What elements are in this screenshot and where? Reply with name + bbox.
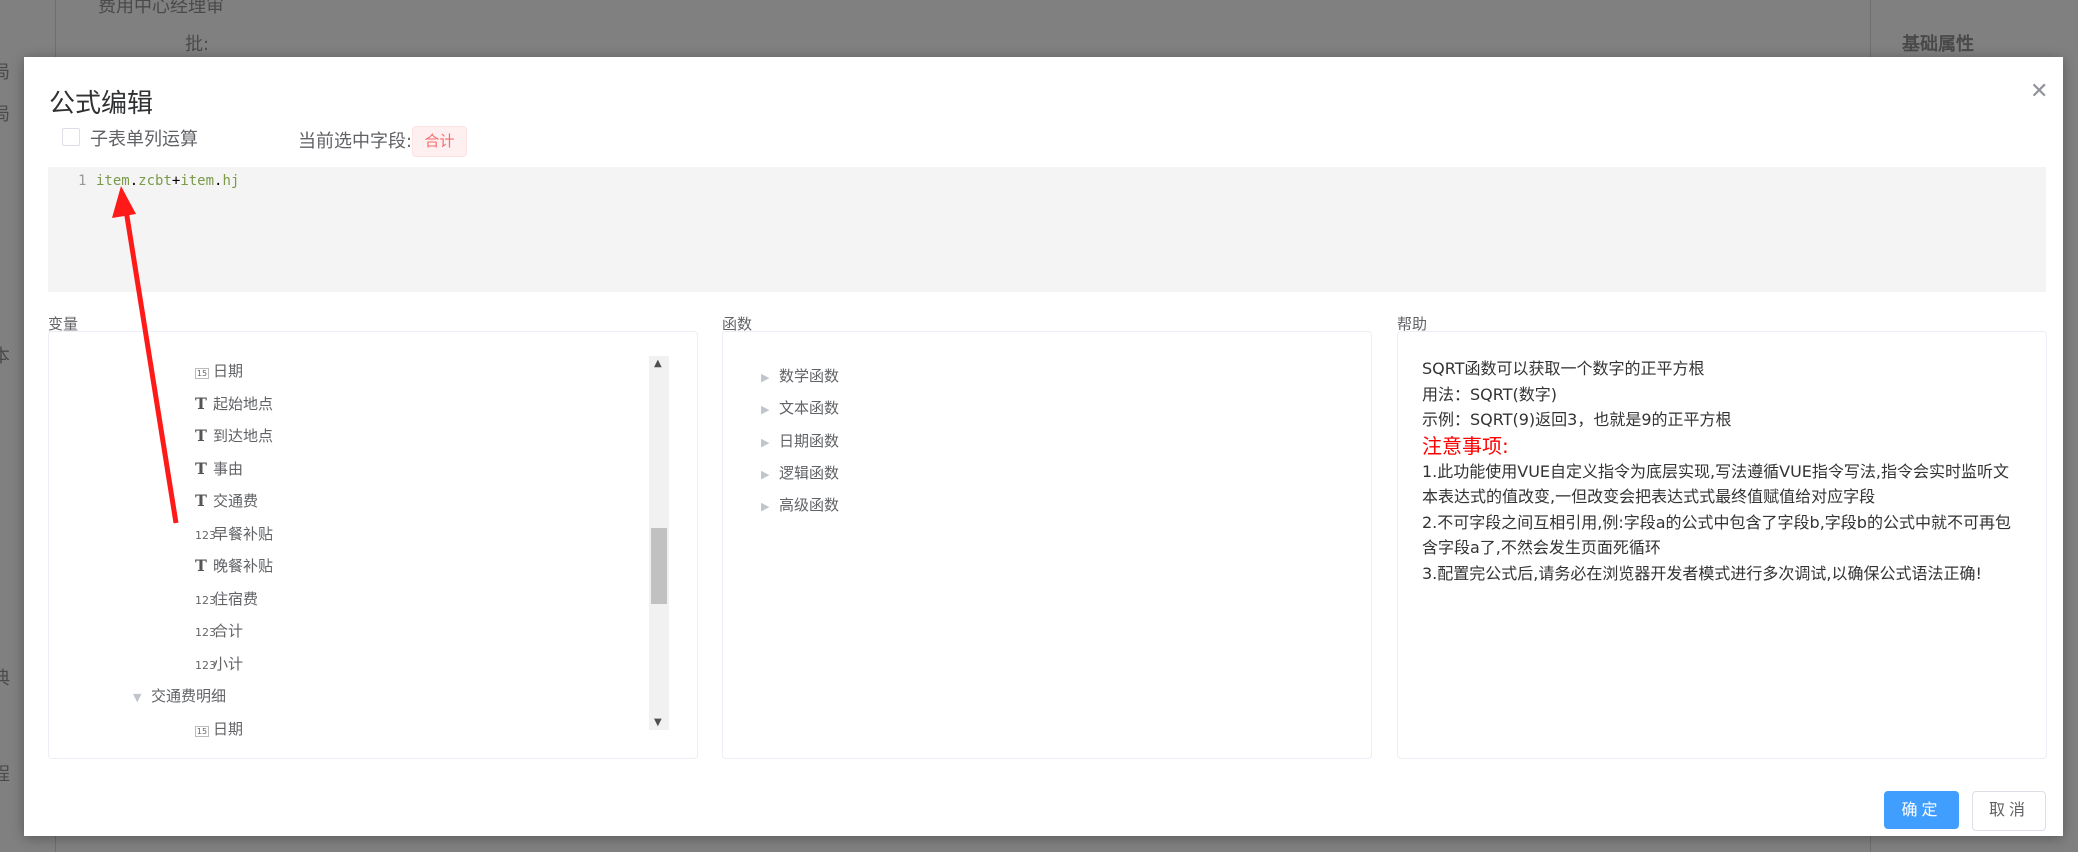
annotation-arrow [112, 186, 179, 524]
annotation-arrow-head [112, 186, 136, 218]
annotation-arrow-shaft [123, 209, 179, 524]
